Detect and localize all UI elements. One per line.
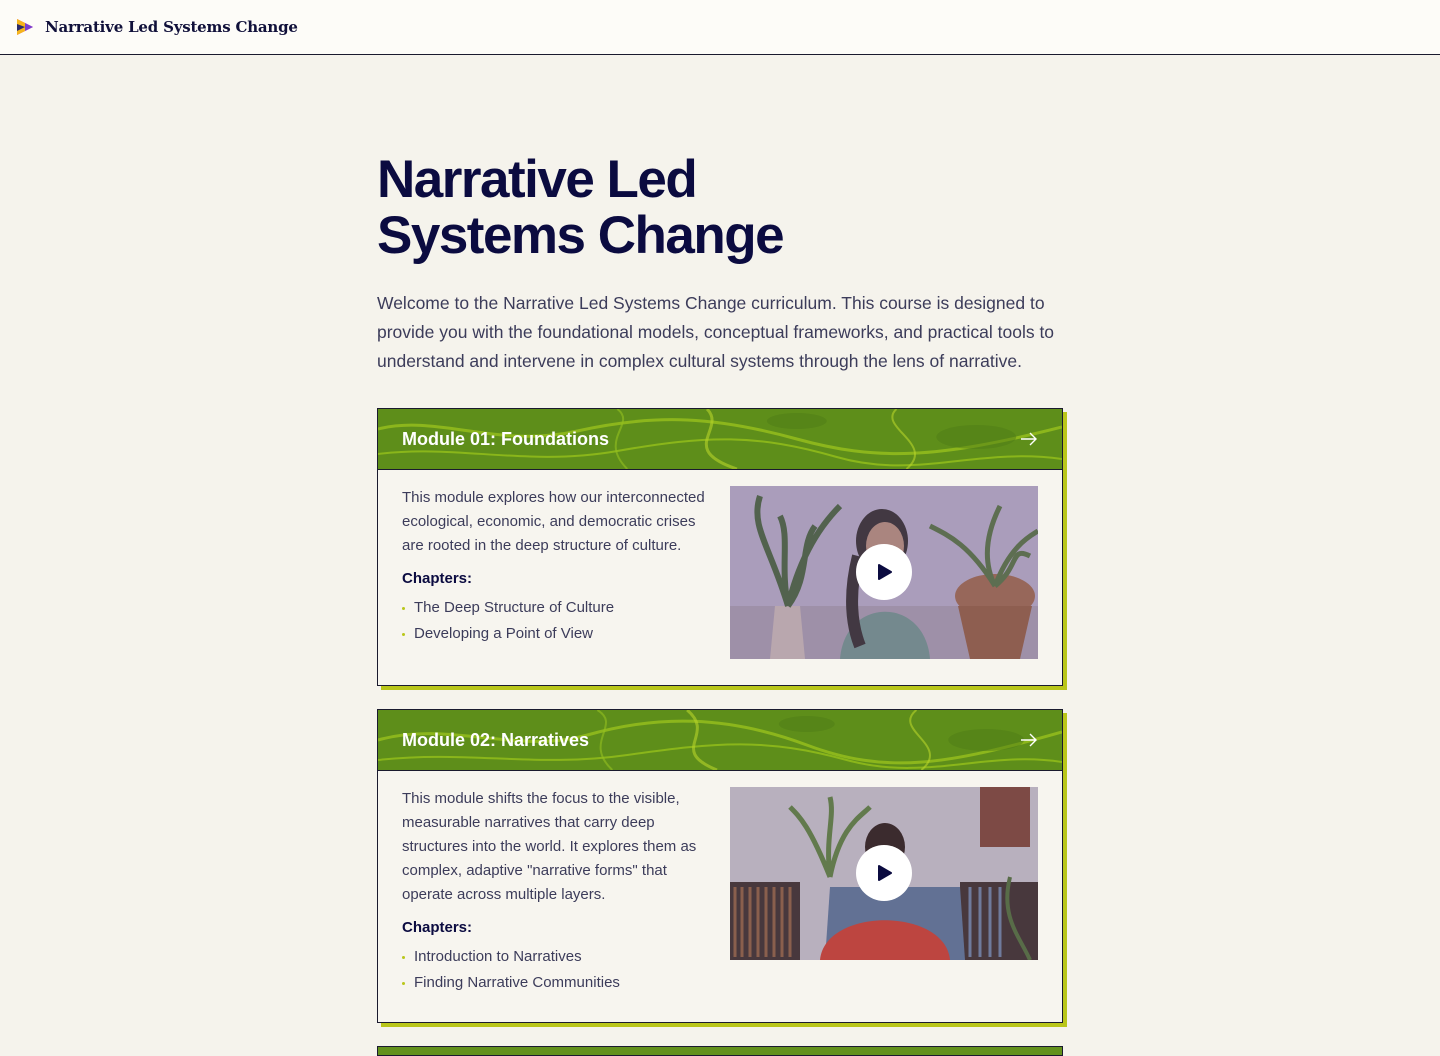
chapter-item[interactable]: Developing a Point of View [402,621,706,647]
chapters-list: Introduction to Narratives Finding Narra… [402,944,706,996]
arrow-right-icon[interactable] [1020,432,1038,446]
bullet-dot-icon [402,955,405,959]
module-description: This module shifts the focus to the visi… [402,790,697,903]
chapter-label: The Deep Structure of Culture [414,599,615,616]
page-title-line-1: Narrative Led [377,150,698,209]
chapters-heading: Chapters: [402,919,473,936]
page-title-line-2: Systems Change [377,206,785,265]
module-description: This module explores how our interconnec… [402,489,705,554]
play-icon [878,865,892,881]
intro-paragraph: Welcome to the Narrative Led Systems Cha… [377,293,1055,371]
chapter-label: Introduction to Narratives [414,948,582,965]
arrow-right-icon[interactable] [1020,733,1038,747]
module-title: Module 02: Narratives [402,729,590,750]
module-header[interactable]: Module 01: Foundations [378,409,1062,470]
module-text: This module explores how our interconnec… [402,486,706,659]
triangle-play-logo-icon[interactable] [16,18,34,36]
module-body: This module shifts the focus to the visi… [378,771,1062,1022]
module-title: Module 01: Foundations [402,428,609,449]
play-button[interactable] [856,845,912,901]
video-thumbnail[interactable] [730,787,1038,960]
module-body: This module explores how our interconnec… [378,470,1062,685]
module-header[interactable]: Module 02: Narratives [378,710,1062,771]
module-card: Module 01: Foundations This module explo… [377,408,1063,686]
bullet-dot-icon [402,632,405,636]
chapter-item[interactable]: Finding Narrative Communities [402,970,706,996]
chapters-heading: Chapters: [402,570,473,587]
module-card: Module 02: Narratives This module shifts… [377,709,1063,1023]
module-text: This module shifts the focus to the visi… [402,787,706,996]
chapters-list: The Deep Structure of Culture Developing… [402,595,706,647]
play-icon [878,564,892,580]
main-content: Narrative Led Systems Change Welcome to … [377,56,1063,1023]
chapter-label: Developing a Point of View [414,625,594,642]
bullet-dot-icon [402,606,405,610]
video-thumbnail[interactable] [730,486,1038,659]
top-bar: Narrative Led Systems Change [0,0,1440,55]
play-button[interactable] [856,544,912,600]
chapter-label: Finding Narrative Communities [414,974,620,991]
chapter-item[interactable]: The Deep Structure of Culture [402,595,706,621]
bullet-dot-icon [402,981,405,985]
brand-name[interactable]: Narrative Led Systems Change [45,18,298,36]
next-module-card-peek [377,1046,1063,1056]
chapter-item[interactable]: Introduction to Narratives [402,944,706,970]
page-title: Narrative Led Systems Change [377,152,1063,264]
